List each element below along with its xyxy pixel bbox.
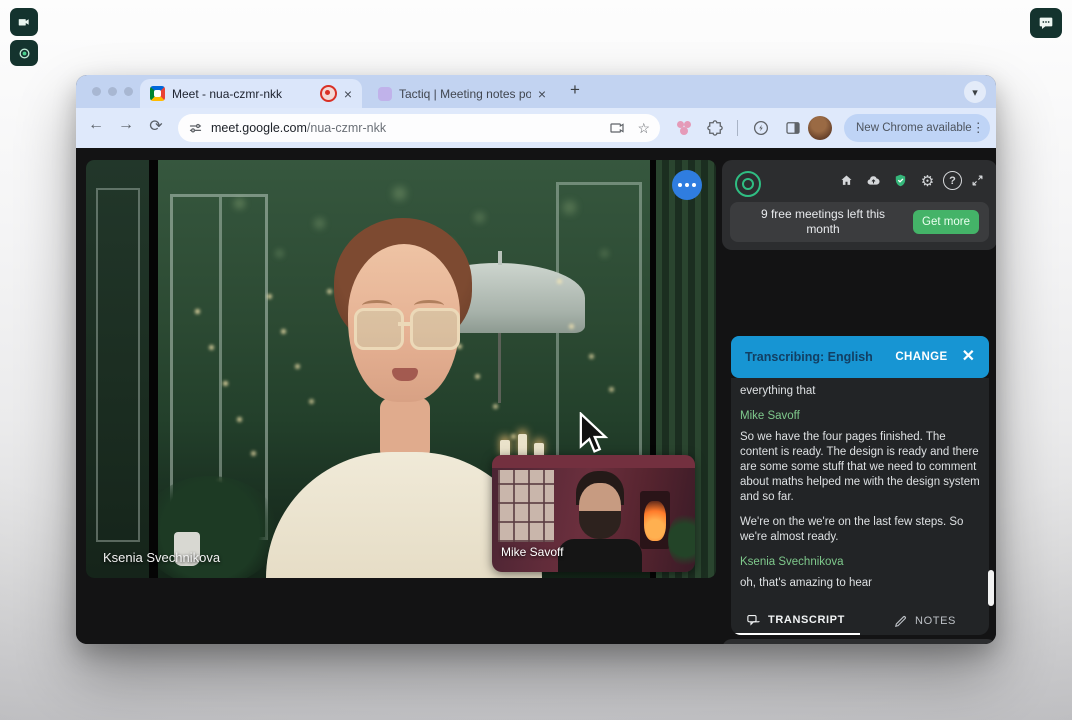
quota-banner: 9 free meetings left this month Get more	[730, 202, 989, 242]
pip-fireplace	[640, 491, 670, 549]
screen-record-indicator-icon[interactable]	[10, 40, 38, 66]
window-control-dot[interactable]	[124, 87, 133, 96]
transcript-line: So we have the four pages finished. The …	[740, 430, 983, 505]
tab-transcript[interactable]: TRANSCRIPT	[731, 607, 860, 635]
transcript-line: We're on the we're on the last few steps…	[740, 515, 983, 545]
transcribing-banner: Transcribing: English CHANGE ✕	[731, 336, 989, 378]
tab-overflow-button[interactable]: ▾	[964, 81, 986, 103]
bookmark-star-icon[interactable]: ☆	[637, 120, 650, 137]
desktop-background: Meet - nua-czmr-nkk × Tactiq | Meeting n…	[0, 0, 1072, 720]
help-icon[interactable]: ?	[943, 171, 962, 190]
transcript-line: oh, that's amazing to hear	[740, 576, 983, 591]
shield-check-icon[interactable]	[889, 169, 912, 192]
performance-icon[interactable]	[752, 119, 770, 137]
tab-notes[interactable]: NOTES	[860, 607, 989, 635]
tab-tactiq[interactable]: Tactiq | Meeting notes powe ×	[368, 79, 556, 108]
home-icon[interactable]	[835, 169, 858, 192]
tab-transcript-label: TRANSCRIPT	[768, 614, 845, 626]
side-panel-icon[interactable]	[784, 119, 802, 137]
get-more-button[interactable]: Get more	[913, 210, 979, 234]
chat-bubble-icon	[1038, 15, 1054, 31]
transcript-scroll-area[interactable]: everything that Mike Savoff So we have t…	[731, 378, 989, 607]
transcript-line: everything that	[740, 384, 983, 399]
participant-neck	[380, 398, 430, 460]
forward-button[interactable]: →	[114, 116, 138, 134]
tactiq-action-bar	[722, 639, 996, 644]
chat-bubble-indicator-icon[interactable]	[1030, 8, 1062, 38]
window-control-dot[interactable]	[92, 87, 101, 96]
tactiq-header-panel: ⚙ ? 9 free meetings left this month Get …	[722, 160, 996, 250]
transcript-panel: everything that Mike Savoff So we have t…	[731, 378, 989, 635]
reload-button[interactable]: ⟳	[144, 116, 168, 136]
tab-capture-icon[interactable]	[609, 120, 625, 136]
sidebar-scrollbar[interactable]	[988, 570, 994, 606]
participant-mouth	[392, 368, 418, 381]
videocam-icon	[17, 15, 31, 29]
close-tab-icon[interactable]: ×	[344, 87, 352, 101]
transcribing-label: Transcribing: English	[745, 350, 873, 364]
transcript-speaker: Mike Savoff	[740, 410, 983, 422]
extensions-puzzle-icon[interactable]	[706, 119, 724, 137]
tab-meet[interactable]: Meet - nua-czmr-nkk ×	[140, 79, 362, 108]
browser-window: Meet - nua-czmr-nkk × Tactiq | Meeting n…	[76, 75, 996, 644]
browser-toolbar: ← → ⟳ meet.google.com/nua-czmr-nkk ☆	[76, 108, 996, 148]
collapse-panel-icon[interactable]	[966, 169, 989, 192]
transcript-icon	[746, 613, 761, 628]
chrome-update-button[interactable]: New Chrome available ⋮	[844, 114, 990, 142]
url-path: /nua-czmr-nkk	[307, 121, 386, 135]
video-left-fill	[86, 160, 158, 578]
toolbar-divider	[737, 120, 738, 136]
glasses-right-lens	[410, 308, 460, 350]
tactiq-tab-bar: TRANSCRIPT NOTES	[731, 607, 989, 635]
pip-plant	[668, 513, 695, 567]
mouse-cursor	[578, 412, 612, 458]
url-host: meet.google.com	[211, 121, 307, 135]
glasses-bridge	[398, 322, 410, 326]
back-button[interactable]: ←	[84, 116, 108, 134]
pencil-icon	[893, 614, 908, 629]
new-tab-button[interactable]: +	[570, 80, 580, 100]
string-lights	[158, 160, 161, 163]
screen-share-camera-icon[interactable]	[10, 8, 38, 36]
window-control-dot[interactable]	[108, 87, 117, 96]
address-bar[interactable]: meet.google.com/nua-czmr-nkk ☆	[178, 114, 660, 142]
recording-indicator-icon	[320, 85, 337, 102]
tab-title: Tactiq | Meeting notes powe	[399, 87, 531, 101]
pip-window	[498, 470, 554, 542]
meet-page: Mike Savoff Ksenia Svechnikova nua-czmr-…	[76, 148, 996, 644]
cloud-upload-icon[interactable]	[862, 169, 885, 192]
main-participant-name: Ksenia Svechnikova	[103, 550, 220, 565]
update-label: New Chrome available	[856, 122, 972, 134]
pip-participant-name: Mike Savoff	[501, 545, 563, 559]
pip-video-tile[interactable]: Mike Savoff	[492, 455, 695, 572]
settings-gear-icon[interactable]: ⚙	[916, 169, 939, 192]
change-language-button[interactable]: CHANGE	[895, 351, 947, 363]
main-video-tile[interactable]: Mike Savoff Ksenia Svechnikova	[86, 160, 716, 578]
participant-face	[348, 244, 460, 402]
profile-avatar[interactable]	[808, 116, 832, 140]
record-dot-icon	[18, 47, 31, 60]
tactiq-favicon-icon	[378, 87, 392, 101]
video-options-button[interactable]	[672, 170, 702, 200]
browser-menu-icon[interactable]: ⋮	[972, 120, 985, 136]
close-banner-icon[interactable]: ✕	[962, 349, 975, 365]
tab-notes-label: NOTES	[915, 615, 956, 627]
transcript-speaker: Ksenia Svechnikova	[740, 556, 983, 568]
close-tab-icon[interactable]: ×	[538, 87, 546, 101]
tactiq-logo-icon	[735, 171, 761, 197]
glasses-left-lens	[354, 308, 404, 350]
site-settings-icon[interactable]	[188, 121, 203, 136]
quota-text: 9 free meetings left this month	[744, 207, 902, 237]
meet-favicon-icon	[150, 86, 165, 101]
tab-title: Meet - nua-czmr-nkk	[172, 87, 313, 101]
tab-strip: Meet - nua-czmr-nkk × Tactiq | Meeting n…	[76, 75, 996, 108]
